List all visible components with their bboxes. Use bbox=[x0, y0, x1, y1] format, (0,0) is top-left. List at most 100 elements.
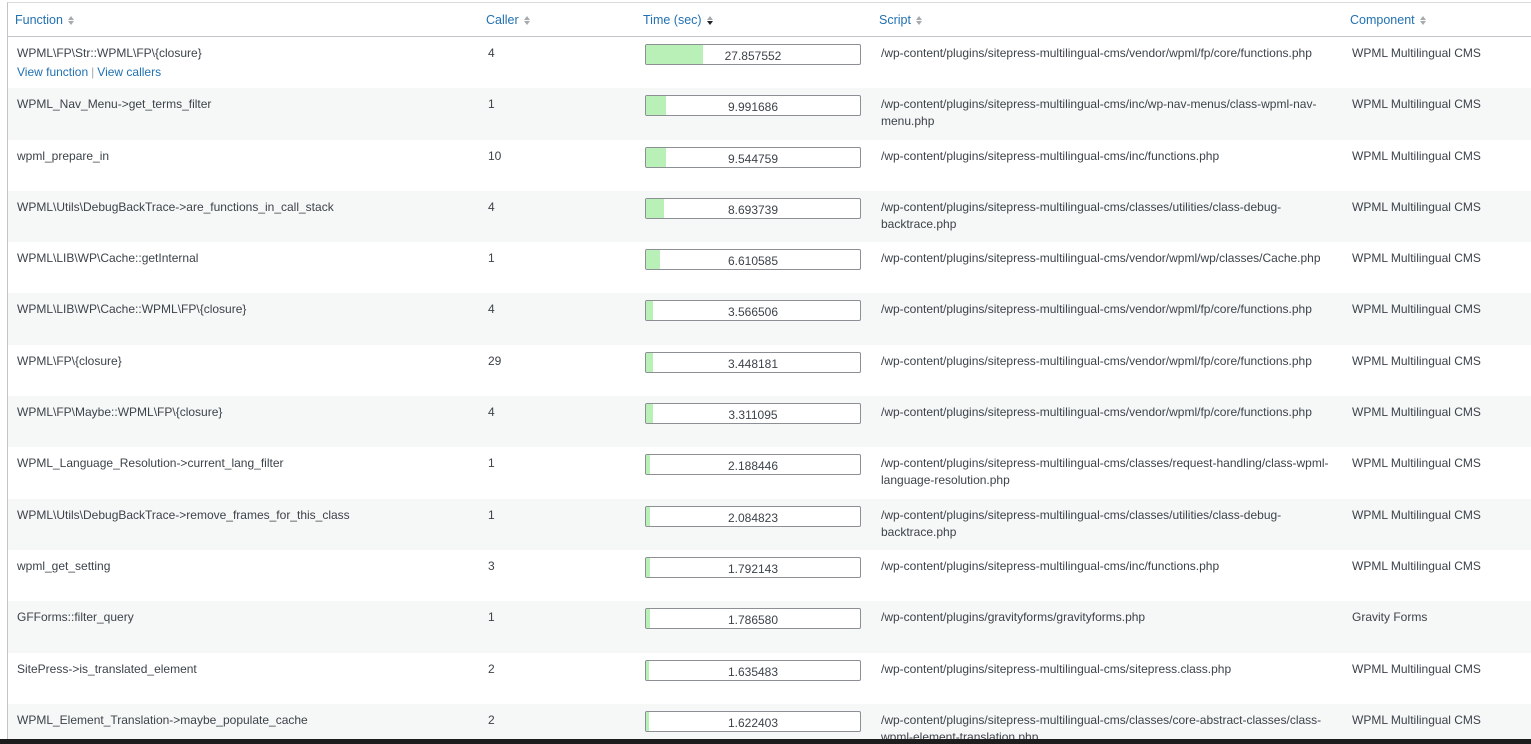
script-path: /wp-content/plugins/sitepress-multilingu… bbox=[881, 405, 1312, 420]
sort-arrows-icon bbox=[67, 15, 74, 25]
view-function-link[interactable]: View function bbox=[17, 65, 88, 79]
function-cell: WPML\FP\Maybe::WPML\FP\{closure} bbox=[17, 404, 457, 421]
time-cell: 6.610585 bbox=[645, 249, 861, 271]
time-value: 1.792143 bbox=[727, 561, 779, 576]
column-header-caller-label: Caller bbox=[486, 13, 519, 27]
time-bar: 1.622403 bbox=[645, 710, 861, 732]
table-row: WPML\LIB\WP\Cache::getInternal 1 6.61058… bbox=[8, 242, 1531, 293]
caller-count: 1 bbox=[488, 456, 495, 471]
table-row: WPML\Utils\DebugBackTrace->remove_frames… bbox=[8, 498, 1531, 550]
script-path: /wp-content/plugins/sitepress-multilingu… bbox=[881, 46, 1312, 60]
caller-count: 2 bbox=[488, 661, 495, 676]
function-name: WPML\LIB\WP\Cache::WPML\FP\{closure} bbox=[17, 302, 247, 317]
table-row: GFForms::filter_query 1 1.786580 /wp-con… bbox=[8, 601, 1531, 653]
caller-count: 3 bbox=[488, 558, 495, 573]
time-cell: 1.622403 bbox=[645, 710, 861, 732]
time-bar: 27.857552 bbox=[645, 44, 861, 65]
table-row: wpml_prepare_in 10 9.544759 /wp-content/… bbox=[8, 140, 1531, 191]
time-cell: 3.566506 bbox=[645, 300, 861, 322]
script-path: /wp-content/plugins/sitepress-multilingu… bbox=[881, 148, 1220, 163]
actions-separator: | bbox=[91, 65, 95, 79]
time-value: 1.635483 bbox=[727, 664, 779, 679]
script-path: /wp-content/plugins/sitepress-multilingu… bbox=[881, 507, 1282, 539]
function-cell: SitePress->is_translated_element bbox=[17, 661, 457, 678]
function-cell: WPML_Language_Resolution->current_lang_f… bbox=[17, 455, 457, 472]
caller-count: 4 bbox=[488, 46, 495, 60]
script-path: /wp-content/plugins/sitepress-multilingu… bbox=[881, 661, 1232, 676]
component-name: Gravity Forms bbox=[1352, 610, 1428, 625]
table-row: SitePress->is_translated_element 2 1.635… bbox=[8, 653, 1531, 704]
time-value: 3.566506 bbox=[727, 305, 779, 320]
function-cell: WPML_Nav_Menu->get_terms_filter bbox=[17, 96, 457, 113]
function-cell: WPML\Utils\DebugBackTrace->are_functions… bbox=[17, 199, 457, 216]
time-cell: 9.991686 bbox=[645, 95, 861, 117]
time-bar: 3.311095 bbox=[645, 403, 861, 425]
time-value: 3.448181 bbox=[727, 356, 779, 371]
time-bar: 1.792143 bbox=[645, 556, 861, 578]
sort-arrows-icon bbox=[1419, 15, 1426, 25]
function-cell: WPML_Element_Translation->maybe_populate… bbox=[17, 712, 457, 729]
function-name: WPML\Utils\DebugBackTrace->are_functions… bbox=[17, 199, 334, 214]
time-bar: 3.448181 bbox=[645, 351, 861, 373]
table-row: WPML\FP\Maybe::WPML\FP\{closure} 4 3.311… bbox=[8, 396, 1531, 448]
caller-count: 1 bbox=[488, 610, 495, 625]
profiler-table: Function Caller Time (sec) Script Compon… bbox=[7, 2, 1531, 744]
component-name: WPML Multilingual CMS bbox=[1352, 661, 1481, 676]
caller-count: 4 bbox=[488, 302, 495, 317]
time-value: 2.084823 bbox=[727, 510, 779, 525]
time-cell: 1.635483 bbox=[645, 659, 861, 681]
table-body: WPML\FP\Str::WPML\FP\{closure} View func… bbox=[8, 37, 1531, 744]
column-header-function-label: Function bbox=[15, 13, 63, 27]
time-cell: 2.084823 bbox=[645, 505, 861, 527]
component-name: WPML Multilingual CMS bbox=[1352, 199, 1481, 214]
time-value: 2.188446 bbox=[727, 459, 779, 474]
time-value: 9.544759 bbox=[727, 151, 779, 166]
window-bottom-edge bbox=[0, 739, 1531, 744]
time-bar: 8.693739 bbox=[645, 197, 861, 219]
script-path: /wp-content/plugins/sitepress-multilingu… bbox=[881, 199, 1282, 231]
table-row: WPML_Element_Translation->maybe_populate… bbox=[8, 703, 1531, 744]
time-cell: 1.786580 bbox=[645, 608, 861, 630]
table-header: Function Caller Time (sec) Script Compon… bbox=[8, 3, 1531, 37]
time-cell: 3.311095 bbox=[645, 403, 861, 425]
table-row: WPML\FP\Str::WPML\FP\{closure} View func… bbox=[8, 37, 1531, 88]
column-header-script[interactable]: Script bbox=[879, 13, 922, 27]
caller-count: 1 bbox=[488, 251, 495, 266]
column-header-function[interactable]: Function bbox=[15, 13, 74, 27]
column-header-component[interactable]: Component bbox=[1350, 13, 1426, 27]
function-name: GFForms::filter_query bbox=[17, 610, 134, 625]
component-name: WPML Multilingual CMS bbox=[1352, 46, 1481, 60]
table-row: WPML\FP\{closure} 29 3.448181 /wp-conten… bbox=[8, 345, 1531, 396]
time-value: 3.311095 bbox=[728, 408, 778, 423]
caller-count: 4 bbox=[488, 405, 495, 420]
caller-count: 2 bbox=[488, 712, 495, 727]
script-path: /wp-content/plugins/gravityforms/gravity… bbox=[881, 610, 1146, 625]
column-header-caller[interactable]: Caller bbox=[486, 13, 530, 27]
table-row: WPML_Nav_Menu->get_terms_filter 1 9.9916… bbox=[8, 88, 1531, 140]
column-header-time[interactable]: Time (sec) bbox=[643, 13, 713, 27]
function-cell: WPML\Utils\DebugBackTrace->remove_frames… bbox=[17, 507, 457, 524]
time-bar: 2.084823 bbox=[645, 505, 861, 527]
component-name: WPML Multilingual CMS bbox=[1352, 712, 1481, 727]
component-name: WPML Multilingual CMS bbox=[1352, 302, 1481, 317]
sort-arrows-icon bbox=[523, 15, 530, 25]
table-row: wpml_get_setting 3 1.792143 /wp-content/… bbox=[8, 550, 1531, 601]
time-bar: 1.635483 bbox=[645, 659, 861, 681]
function-name: WPML\FP\{closure} bbox=[17, 353, 122, 368]
time-bar: 9.991686 bbox=[645, 95, 861, 117]
column-header-time-label: Time (sec) bbox=[643, 13, 702, 27]
time-bar: 1.786580 bbox=[645, 608, 861, 630]
time-value: 6.610585 bbox=[727, 254, 779, 269]
script-path: /wp-content/plugins/sitepress-multilingu… bbox=[881, 97, 1317, 129]
component-name: WPML Multilingual CMS bbox=[1352, 148, 1481, 163]
time-cell: 3.448181 bbox=[645, 351, 861, 373]
script-path: /wp-content/plugins/sitepress-multilingu… bbox=[881, 353, 1312, 368]
function-cell: WPML\LIB\WP\Cache::getInternal bbox=[17, 250, 457, 267]
column-header-component-label: Component bbox=[1350, 13, 1415, 27]
view-callers-link[interactable]: View callers bbox=[97, 65, 161, 79]
time-cell: 9.544759 bbox=[645, 146, 861, 168]
function-name: WPML\FP\Str::WPML\FP\{closure} bbox=[17, 46, 202, 60]
time-value: 8.693739 bbox=[727, 202, 779, 217]
row-actions: View function | View callers bbox=[17, 64, 457, 81]
function-name: WPML_Nav_Menu->get_terms_filter bbox=[17, 97, 212, 112]
